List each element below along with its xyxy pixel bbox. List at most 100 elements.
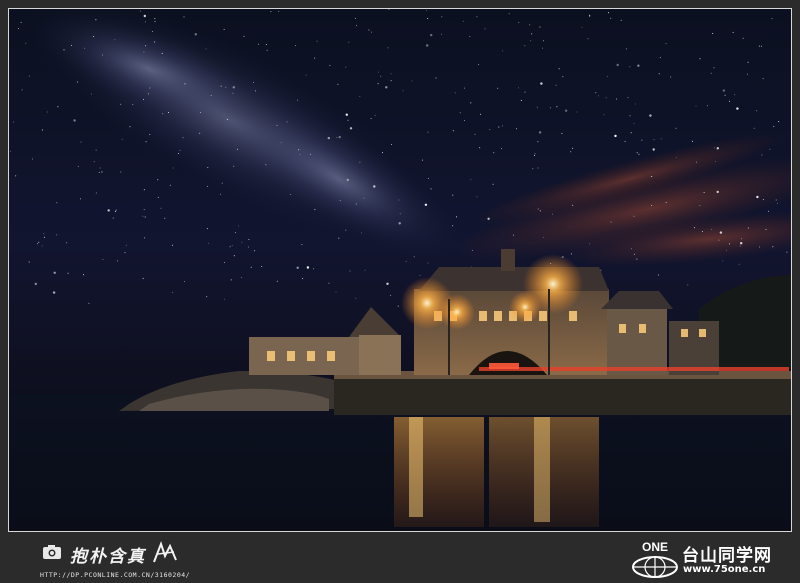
star: [377, 83, 379, 85]
star: [241, 241, 243, 243]
star: [250, 266, 252, 268]
star: [253, 82, 254, 83]
star: [786, 251, 788, 253]
star: [470, 102, 472, 104]
star: [758, 45, 760, 47]
star: [459, 112, 461, 114]
star: [587, 38, 589, 40]
star: [695, 105, 697, 107]
star: [327, 136, 330, 140]
star: [636, 152, 638, 154]
star: [93, 161, 95, 163]
star: [725, 249, 727, 251]
star: [616, 63, 619, 67]
star: [479, 147, 481, 149]
star: [88, 302, 90, 304]
star: [229, 246, 231, 248]
star: [160, 207, 162, 209]
star: [120, 171, 122, 173]
star: [534, 153, 536, 155]
star: [610, 221, 612, 223]
star: [576, 111, 578, 113]
star: [36, 243, 38, 245]
star: [589, 243, 591, 245]
star: [154, 21, 156, 23]
star: [390, 294, 392, 296]
star: [427, 178, 429, 179]
star: [670, 76, 672, 78]
star: [91, 93, 93, 95]
star: [25, 42, 27, 44]
star: [184, 281, 185, 283]
night-sky-photo: [9, 9, 791, 531]
star: [255, 90, 256, 92]
star: [441, 33, 442, 35]
star: [71, 44, 73, 46]
star: [143, 189, 145, 191]
star: [422, 159, 423, 161]
star: [600, 269, 602, 271]
star: [531, 33, 533, 35]
star: [474, 133, 476, 135]
star: [199, 132, 201, 134]
star: [430, 33, 433, 37]
star: [549, 107, 551, 109]
star: [703, 192, 705, 193]
star: [107, 209, 110, 212]
star: [355, 203, 357, 205]
star: [538, 131, 542, 134]
star: [572, 147, 574, 149]
star: [359, 161, 361, 163]
star: [360, 232, 362, 234]
star: [10, 150, 12, 152]
star: [761, 154, 763, 156]
star: [537, 208, 539, 210]
star: [270, 11, 272, 13]
star: [182, 137, 184, 139]
star: [132, 103, 134, 105]
star: [238, 225, 240, 227]
star: [651, 205, 653, 206]
star: [243, 35, 245, 37]
star: [760, 45, 762, 47]
star: [701, 231, 703, 232]
star: [497, 87, 499, 89]
star: [95, 192, 97, 194]
star: [382, 152, 383, 154]
star: [516, 128, 517, 130]
star: [615, 98, 617, 100]
star: [220, 193, 221, 195]
star: [722, 89, 726, 92]
star: [15, 175, 17, 177]
star: [652, 148, 655, 151]
star: [171, 244, 173, 246]
star: [713, 147, 715, 148]
star: [278, 10, 280, 12]
star: [502, 50, 504, 52]
star: [614, 134, 617, 138]
star: [464, 87, 465, 89]
star: [305, 74, 307, 76]
star: [314, 209, 316, 210]
star: [452, 130, 454, 132]
star: [595, 92, 597, 94]
star: [641, 139, 643, 141]
star: [556, 106, 558, 108]
star: [177, 153, 179, 154]
star: [338, 135, 341, 139]
star: [73, 119, 76, 122]
star: [543, 40, 545, 42]
star: [741, 238, 743, 240]
logo-text: ONE: [642, 540, 668, 554]
star: [562, 76, 564, 78]
star: [625, 48, 627, 50]
star: [121, 138, 123, 140]
star: [32, 158, 33, 160]
star: [80, 141, 82, 143]
star: [53, 271, 56, 274]
star: [387, 47, 389, 49]
star: [452, 194, 454, 196]
star: [411, 80, 413, 82]
star: [518, 22, 520, 24]
star: [143, 209, 145, 211]
